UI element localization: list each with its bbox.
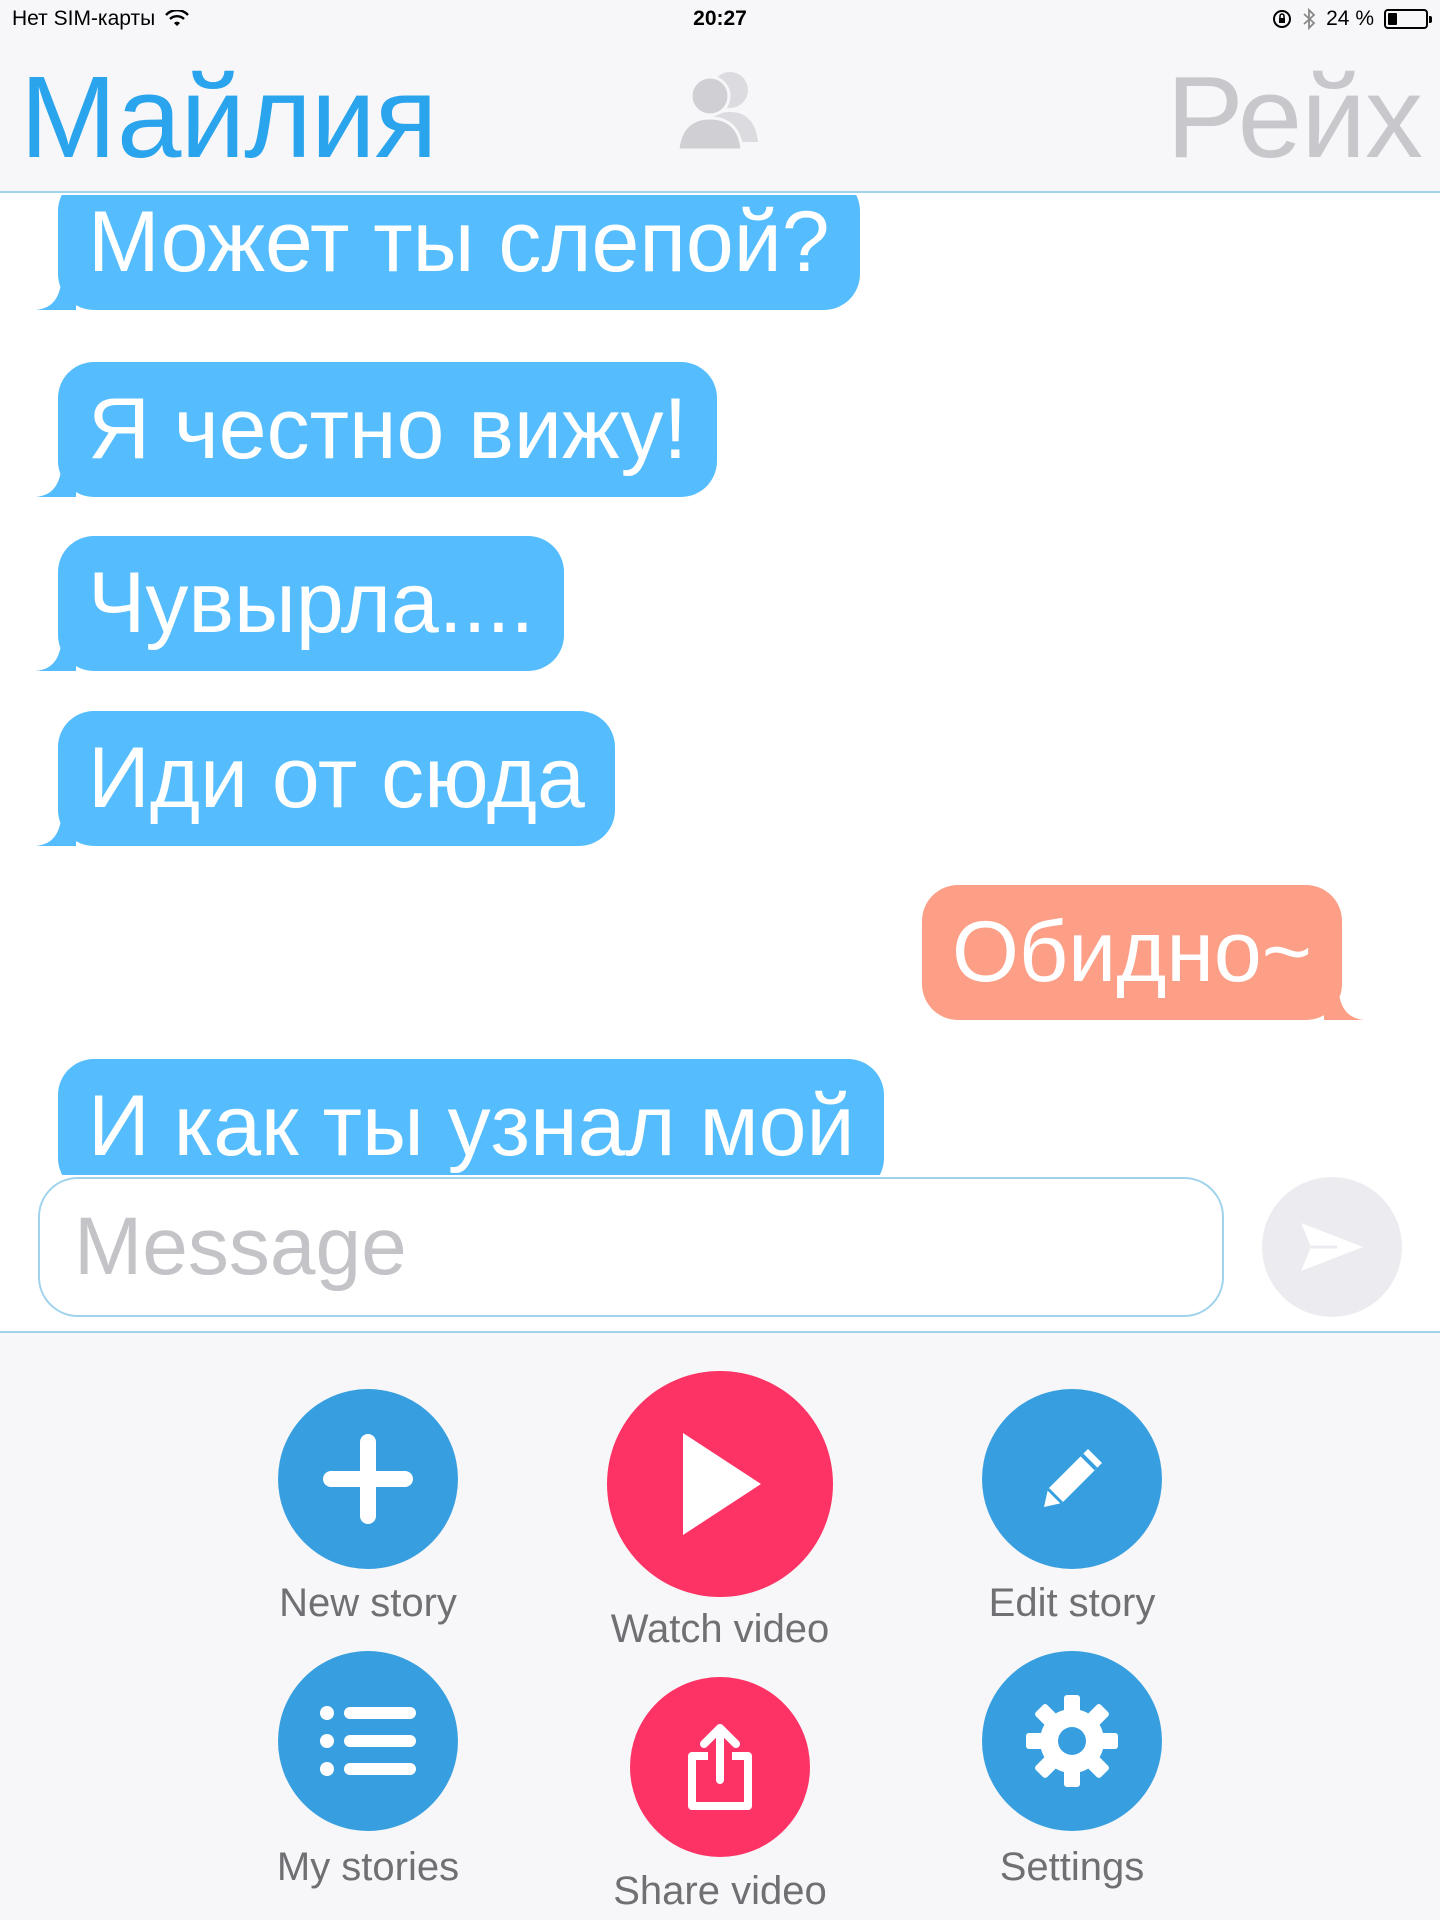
- orientation-lock-icon: [1273, 10, 1292, 28]
- send-button[interactable]: [1262, 1177, 1402, 1317]
- edit-story-circle[interactable]: [982, 1389, 1162, 1569]
- my-stories-label: My stories: [276, 1845, 460, 1889]
- conversation-header: Майлия Рейх: [0, 40, 1440, 193]
- new-story-circle[interactable]: [278, 1389, 458, 1569]
- message-text: Я честно вижу!: [88, 381, 688, 477]
- message-thread: Может ты слепой? Я честно вижу! Чувырла.…: [0, 195, 1440, 1175]
- settings-label: Settings: [999, 1845, 1145, 1889]
- new-story-button[interactable]: New story: [278, 1389, 458, 1639]
- watch-video-circle[interactable]: [607, 1371, 833, 1597]
- bubble-tail: [1323, 980, 1364, 1020]
- send-icon: [1301, 1223, 1363, 1271]
- message-bubble-outgoing: Обидно~: [922, 885, 1364, 1020]
- battery-percent: 24 %: [1326, 7, 1374, 30]
- settings-button[interactable]: Settings: [982, 1651, 1162, 1901]
- message-text: Иди от сюда: [88, 730, 585, 826]
- edit-story-label: Edit story: [988, 1581, 1156, 1625]
- message-text: Чувырла....: [88, 555, 535, 651]
- message-bubble-incoming: Может ты слепой?: [36, 195, 860, 310]
- bubble-tail: [36, 270, 76, 310]
- share-icon: [688, 1724, 752, 1810]
- edit-story-button[interactable]: Edit story: [982, 1389, 1162, 1639]
- message-text: Обидно~: [952, 904, 1312, 1000]
- watch-video-label: Watch video: [610, 1607, 830, 1651]
- pencil-icon: [1044, 1449, 1102, 1507]
- message-bubble-incoming: Я честно вижу!: [36, 362, 718, 497]
- gear-icon: [1026, 1695, 1118, 1787]
- share-video-button[interactable]: Share video: [613, 1677, 827, 1917]
- characters-icon[interactable]: [670, 64, 770, 156]
- status-bar: Нет SIM-карты 20:27 24 %: [0, 0, 1440, 40]
- my-stories-button[interactable]: My stories: [277, 1651, 459, 1901]
- bluetooth-icon: [1303, 8, 1316, 30]
- right-character-name[interactable]: Рейх: [1166, 50, 1423, 184]
- story-actions-panel: New story Watch video Edit story My stor…: [0, 1333, 1440, 1920]
- settings-circle[interactable]: [982, 1651, 1162, 1831]
- plus-icon: [323, 1434, 413, 1524]
- watch-video-button[interactable]: Watch video: [607, 1371, 833, 1661]
- message-composer: [0, 1175, 1440, 1335]
- message-text: Может ты слепой?: [88, 195, 830, 290]
- share-video-label: Share video: [613, 1869, 827, 1913]
- status-time: 20:27: [693, 7, 747, 30]
- message-input[interactable]: [38, 1177, 1224, 1317]
- my-stories-circle[interactable]: [278, 1651, 458, 1831]
- list-icon: [320, 1706, 416, 1776]
- new-story-label: New story: [279, 1581, 457, 1625]
- left-character-name[interactable]: Майлия: [20, 50, 438, 184]
- bubble-tail: [36, 631, 76, 671]
- chat-story-screen: Нет SIM-карты 20:27 24 % Майлия Рейх Мож…: [0, 0, 1440, 1920]
- battery-icon: [1384, 9, 1432, 29]
- share-video-circle[interactable]: [630, 1677, 810, 1857]
- bubble-tail: [36, 457, 76, 497]
- message-bubble-incoming: Чувырла....: [36, 536, 565, 671]
- message-text: И как ты узнал мой: [88, 1078, 855, 1174]
- play-icon: [683, 1433, 761, 1535]
- bubble-tail: [36, 806, 76, 846]
- message-bubble-incoming: И как ты узнал мой: [58, 1059, 885, 1175]
- message-bubble-incoming: Иди от сюда: [36, 711, 615, 846]
